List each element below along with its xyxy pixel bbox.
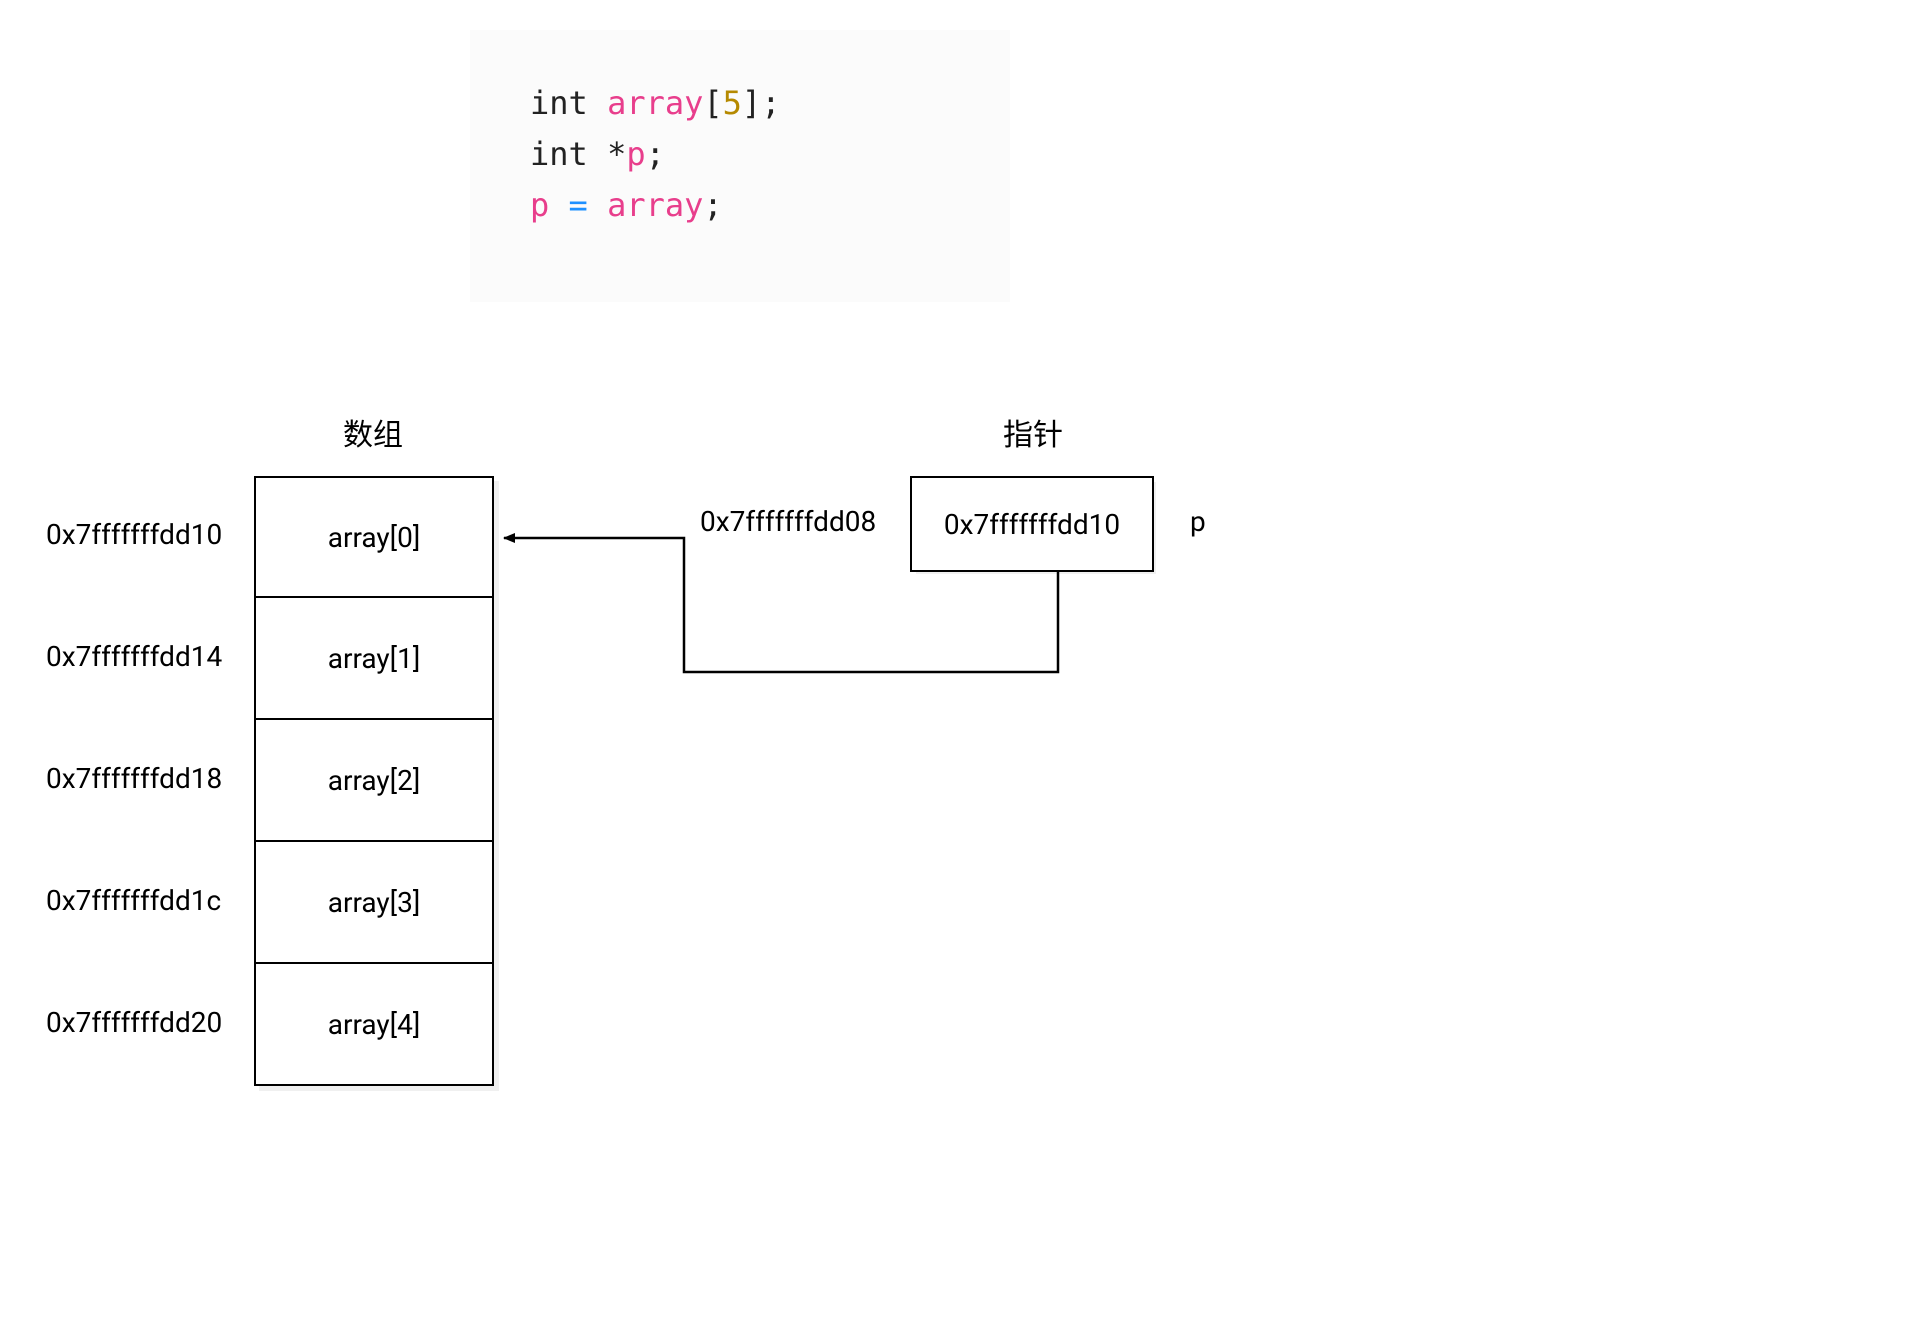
code-id-p-decl: p bbox=[626, 135, 645, 173]
addr-label-1: 0x7fffffffdd14 bbox=[46, 640, 222, 673]
code-block: int array[5]; int *p; p = array; bbox=[470, 30, 1010, 302]
code-star: * bbox=[607, 135, 626, 173]
array-cell-label: array[3] bbox=[328, 886, 421, 919]
code-id-array-decl: array bbox=[607, 84, 703, 122]
diagram-canvas: int array[5]; int *p; p = array; 数组 指针 a… bbox=[0, 0, 1908, 1340]
code-id-array-rhs: array bbox=[607, 186, 703, 224]
code-kw-int-1: int bbox=[530, 84, 607, 122]
code-rbracket-semi: ]; bbox=[742, 84, 781, 122]
array-cell-3: array[3] bbox=[254, 842, 494, 964]
code-kw-int-2: int bbox=[530, 135, 607, 173]
array-title: 数组 bbox=[343, 410, 403, 454]
code-semi-3: ; bbox=[703, 186, 722, 224]
pointer-box: 0x7fffffffdd10 bbox=[910, 476, 1154, 572]
code-semi-2: ; bbox=[646, 135, 665, 173]
array-cell-label: array[0] bbox=[328, 521, 421, 554]
code-size-5: 5 bbox=[723, 84, 742, 122]
code-line-1: int array[5]; bbox=[530, 78, 950, 129]
addr-label-3: 0x7fffffffdd1c bbox=[46, 884, 221, 917]
array-cell-label: array[1] bbox=[328, 642, 421, 675]
array-cell-2: array[2] bbox=[254, 720, 494, 842]
array-cell-1: array[1] bbox=[254, 598, 494, 720]
addr-label-2: 0x7fffffffdd18 bbox=[46, 762, 222, 795]
pointer-addr-label: 0x7fffffffdd08 bbox=[700, 505, 876, 538]
code-id-p-assign: p bbox=[530, 186, 549, 224]
array-cell-label: array[2] bbox=[328, 764, 421, 797]
code-line-3: p = array; bbox=[530, 180, 950, 231]
array-cell-0: array[0] bbox=[254, 476, 494, 598]
code-line-2: int *p; bbox=[530, 129, 950, 180]
pointer-name-label: p bbox=[1190, 505, 1206, 538]
addr-label-0: 0x7fffffffdd10 bbox=[46, 518, 222, 551]
pointer-value: 0x7fffffffdd10 bbox=[944, 508, 1120, 541]
array-cell-label: array[4] bbox=[328, 1008, 421, 1041]
array-column: array[0] array[1] array[2] array[3] arra… bbox=[254, 476, 494, 1086]
array-cell-4: array[4] bbox=[254, 964, 494, 1086]
code-lbracket: [ bbox=[703, 84, 722, 122]
addr-label-4: 0x7fffffffdd20 bbox=[46, 1006, 222, 1039]
code-eq: = bbox=[569, 186, 588, 224]
pointer-title: 指针 bbox=[1003, 410, 1063, 454]
